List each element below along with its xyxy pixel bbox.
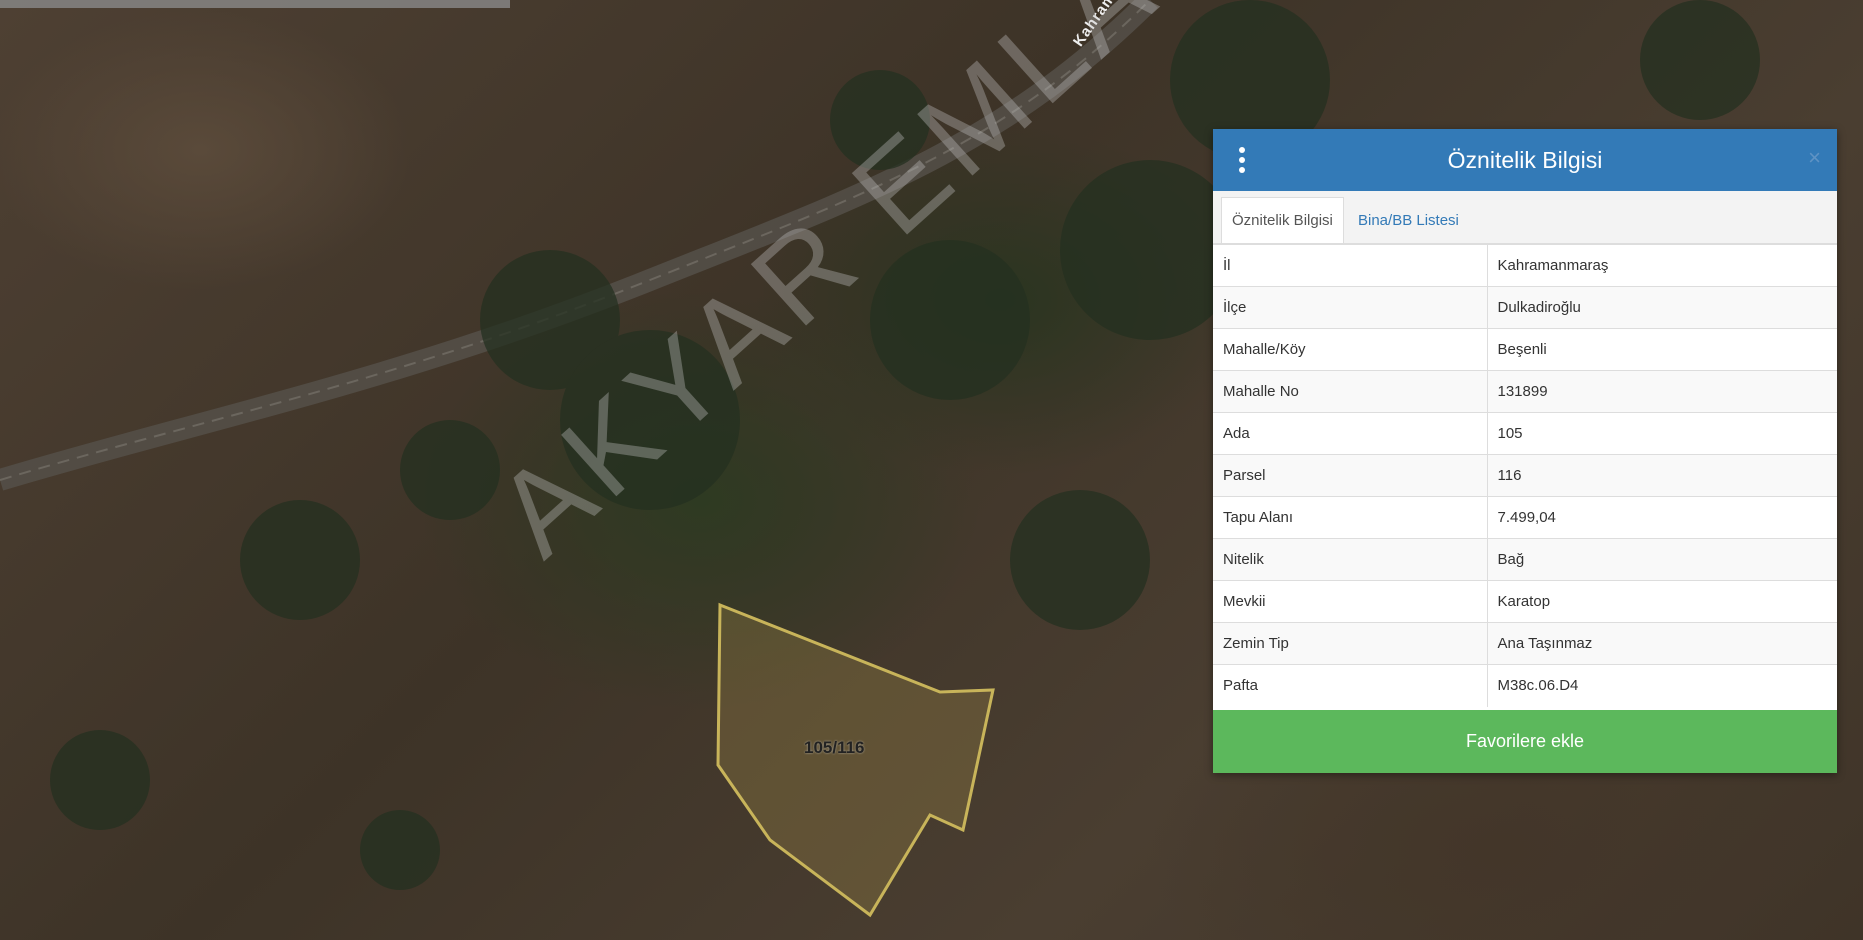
table-row: Mahalle No 131899	[1213, 370, 1837, 413]
table-row: Parsel 116	[1213, 454, 1837, 497]
attribute-key: Ada	[1213, 412, 1488, 455]
attribute-value: Ana Taşınmaz	[1487, 622, 1837, 665]
table-row: Tapu Alanı 7.499,04	[1213, 496, 1837, 539]
table-row: İlçe Dulkadiroğlu	[1213, 286, 1837, 329]
tab-bar: Öznitelik Bilgisi Bina/BB Listesi	[1213, 191, 1837, 244]
attribute-panel: Öznitelik Bilgisi × Öznitelik Bilgisi Bi…	[1213, 129, 1837, 773]
table-row: Mahalle/Köy Beşenli	[1213, 328, 1837, 371]
attribute-value: 105	[1487, 412, 1837, 455]
attribute-value: M38c.06.D4	[1487, 664, 1837, 707]
attribute-value: 131899	[1487, 370, 1837, 413]
attribute-key: Mahalle/Köy	[1213, 328, 1488, 371]
table-row: Nitelik Bağ	[1213, 538, 1837, 581]
close-icon[interactable]: ×	[1808, 145, 1821, 171]
table-row: İl Kahramanmaraş	[1213, 244, 1837, 287]
add-favorites-button[interactable]: Favorilere ekle	[1213, 710, 1837, 773]
attribute-value: 116	[1487, 454, 1837, 497]
attribute-value: Dulkadiroğlu	[1487, 286, 1837, 329]
attribute-key: Mevkii	[1213, 580, 1488, 623]
tab-attribute-info[interactable]: Öznitelik Bilgisi	[1221, 197, 1344, 243]
panel-title: Öznitelik Bilgisi	[1447, 146, 1603, 173]
attribute-value: Beşenli	[1487, 328, 1837, 371]
attribute-key: İlçe	[1213, 286, 1488, 329]
attribute-key: Tapu Alanı	[1213, 496, 1488, 539]
attribute-key: İl	[1213, 244, 1488, 287]
toolbar-strip	[0, 0, 510, 8]
attribute-value: Karatop	[1487, 580, 1837, 623]
attribute-value: Kahramanmaraş	[1487, 244, 1837, 287]
table-row: Mevkii Karatop	[1213, 580, 1837, 623]
panel-header: Öznitelik Bilgisi ×	[1213, 129, 1837, 191]
attribute-key: Mahalle No	[1213, 370, 1488, 413]
attribute-key: Nitelik	[1213, 538, 1488, 581]
attribute-value: Bağ	[1487, 538, 1837, 581]
attribute-table: İl Kahramanmaraş İlçe Dulkadiroğlu Mahalle/K…	[1213, 244, 1837, 707]
attribute-key: Zemin Tip	[1213, 622, 1488, 665]
attribute-value: 7.499,04	[1487, 496, 1837, 539]
table-row: Pafta M38c.06.D4	[1213, 664, 1837, 707]
table-row: Zemin Tip Ana Taşınmaz	[1213, 622, 1837, 665]
attribute-key: Pafta	[1213, 664, 1488, 707]
more-vert-icon[interactable]	[1237, 147, 1247, 173]
table-row: Ada 105	[1213, 412, 1837, 455]
parcel-polygon	[716, 602, 995, 918]
attribute-key: Parsel	[1213, 454, 1488, 497]
tab-building-list[interactable]: Bina/BB Listesi	[1348, 197, 1469, 243]
parcel-label[interactable]: 105/116	[804, 738, 865, 758]
